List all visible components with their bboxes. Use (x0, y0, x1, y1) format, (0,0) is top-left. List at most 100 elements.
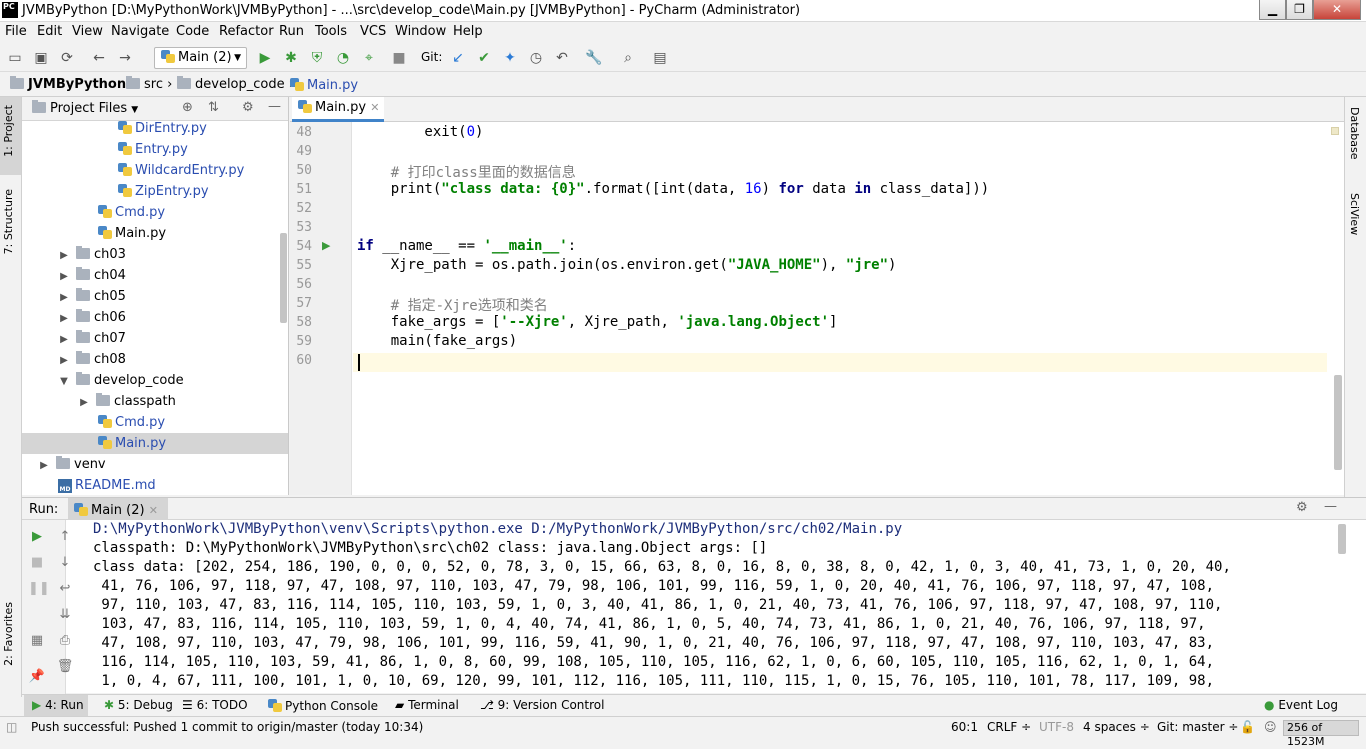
caret-position[interactable]: 60:1 (951, 720, 978, 734)
menu-navigate[interactable]: Navigate (111, 24, 169, 39)
pin-icon[interactable]: 📌 (28, 668, 46, 686)
stop-icon[interactable]: ■ (28, 554, 46, 572)
up-icon[interactable]: ↑ (56, 528, 74, 546)
run-icon[interactable]: ▶ (256, 49, 274, 67)
sciview-tool-tab[interactable]: SciView (1348, 193, 1361, 235)
close-button[interactable]: ✕ (1313, 0, 1361, 20)
bottom-tab-python-console[interactable]: Python Console (268, 698, 378, 713)
status-message[interactable]: Push successful: Pushed 1 commit to orig… (31, 720, 423, 734)
project-tool-tab[interactable]: 1: Project (2, 105, 15, 157)
chevron-right-icon[interactable]: ▶ (58, 308, 70, 329)
tree-item-ch07[interactable]: ▶ ch07 (22, 328, 288, 349)
close-tab-icon[interactable]: ✕ (370, 101, 379, 114)
debug-icon[interactable]: ✱ (282, 49, 300, 67)
bottom-tab-debug[interactable]: ✱ 5: Debug (104, 698, 173, 712)
profile-icon[interactable]: ◔ (334, 49, 352, 67)
search-icon[interactable]: ⌕ (619, 49, 637, 67)
bottom-tab-version-control[interactable]: ⎇ 9: Version Control (480, 698, 604, 712)
console-scrollbar[interactable] (1338, 524, 1346, 554)
git-commit-icon[interactable]: ✔ (475, 49, 493, 67)
forward-icon[interactable]: → (116, 49, 134, 67)
tree-item-ch04[interactable]: ▶ ch04 (22, 265, 288, 287)
restore-layout-icon[interactable]: ▦ (28, 632, 46, 650)
concurrency-icon[interactable]: ⌖ (360, 49, 378, 67)
breadcrumb-project[interactable]: JVMByPython › (10, 76, 136, 92)
tree-item-ch08[interactable]: ▶ ch08 (22, 349, 288, 371)
wrench-icon[interactable]: 🔧 (585, 49, 603, 67)
bottom-tab-terminal[interactable]: ▰ Terminal (395, 698, 459, 712)
run-configuration-select[interactable]: Main (2) ▼ (154, 47, 247, 69)
back-icon[interactable]: ← (90, 49, 108, 67)
scroll-to-end-icon[interactable]: ⇊ (56, 606, 74, 624)
favorites-tool-tab[interactable]: 2: Favorites (2, 602, 15, 666)
menu-run[interactable]: Run (279, 24, 304, 39)
menu-edit[interactable]: Edit (37, 24, 62, 39)
line-separator[interactable]: CRLF ÷ (987, 720, 1031, 734)
lock-icon[interactable]: 🔓 (1240, 720, 1255, 734)
code-editor[interactable]: exit(0) # 打印class里面的数据信息 print("class da… (353, 122, 1327, 495)
tree-item-venv[interactable]: ▶ venv (22, 454, 288, 475)
bottom-tab-event-log[interactable]: ● Event Log (1264, 698, 1338, 712)
vcs-branch[interactable]: Git: master ÷ (1157, 720, 1238, 734)
editor-scrollbar[interactable] (1334, 375, 1342, 470)
hide-icon[interactable]: — (268, 99, 281, 114)
tree-item-develop-code[interactable]: ▼ develop_code (22, 370, 288, 392)
tree-item-direntry-py[interactable]: DirEntry.py (22, 118, 288, 139)
menu-help[interactable]: Help (453, 24, 483, 39)
chevron-right-icon[interactable]: ▶ (58, 266, 70, 287)
breadcrumb-file[interactable]: Main.py (290, 77, 358, 93)
menu-file[interactable]: File (5, 24, 27, 39)
tree-item-cmd-py[interactable]: Cmd.py (22, 202, 288, 223)
soft-wrap-icon[interactable]: ↩ (56, 580, 74, 598)
run-tab[interactable]: Main (2) ✕ (68, 498, 168, 520)
menu-view[interactable]: View (72, 24, 103, 39)
indent-setting[interactable]: 4 spaces ÷ (1083, 720, 1150, 734)
editor-tab-main-py[interactable]: Main.py ✕ (292, 97, 384, 122)
locate-icon[interactable]: ⊕ (182, 100, 193, 115)
file-encoding[interactable]: UTF-8 (1039, 720, 1074, 734)
menu-window[interactable]: Window (395, 24, 446, 39)
open-folder-icon[interactable]: ▭ (6, 49, 24, 67)
tree-item-ch06[interactable]: ▶ ch06 (22, 307, 288, 329)
inspector-icon[interactable]: ☺ (1264, 720, 1277, 734)
tree-item-ch05[interactable]: ▶ ch05 (22, 286, 288, 308)
chevron-down-icon[interactable]: ▼ (58, 371, 70, 392)
tree-item-main-py[interactable]: Main.py (22, 223, 288, 244)
chevron-right-icon[interactable]: ▶ (58, 287, 70, 308)
pause-icon[interactable]: ❚❚ (28, 580, 50, 598)
hide-icon[interactable]: — (1324, 499, 1337, 514)
revert-icon[interactable]: ↶ (553, 49, 571, 67)
chevron-right-icon[interactable]: ▶ (58, 350, 70, 371)
stop-icon[interactable]: ■ (390, 49, 408, 67)
git-update-icon[interactable]: ↙ (449, 49, 467, 67)
menu-tools[interactable]: Tools (315, 24, 347, 39)
bottom-tab-run[interactable]: ▶ 4: Run (32, 698, 84, 712)
database-tool-tab[interactable]: Database (1348, 107, 1361, 160)
collapse-icon[interactable]: ⇅ (208, 100, 219, 115)
tree-item-zipentry-py[interactable]: ZipEntry.py (22, 181, 288, 202)
console-output[interactable]: D:\MyPythonWork\JVMByPython\venv\Scripts… (90, 520, 1336, 694)
coverage-icon[interactable]: ⛨ (308, 49, 326, 67)
tree-item-readme-md[interactable]: MD README.md (22, 475, 288, 495)
bottom-tab-todo[interactable]: ☰ 6: TODO (182, 698, 248, 712)
gear-icon[interactable]: ⚙ (242, 100, 254, 115)
git-compare-icon[interactable]: ✦ (501, 49, 519, 67)
sync-icon[interactable]: ⟳ (58, 49, 76, 67)
memory-indicator[interactable]: 256 of 1523M (1283, 720, 1359, 748)
menu-code[interactable]: Code (176, 24, 209, 39)
structure-icon[interactable]: ▤ (651, 49, 669, 67)
history-icon[interactable]: ◷ (527, 49, 545, 67)
inspection-indicator[interactable] (1331, 127, 1339, 135)
structure-tool-tab[interactable]: 7: Structure (2, 189, 15, 254)
breadcrumb-develop-code[interactable]: develop_code › (177, 76, 294, 92)
status-toggle-icon[interactable]: ◫ (6, 720, 17, 734)
menu-refactor[interactable]: Refactor (219, 24, 274, 39)
menu-vcs[interactable]: VCS (360, 24, 386, 39)
tree-item-classpath[interactable]: ▶ classpath (22, 391, 288, 413)
rerun-icon[interactable]: ▶ (28, 528, 46, 546)
project-view-select[interactable]: Project Files ▼ (32, 100, 138, 116)
breadcrumb-src[interactable]: src › (126, 76, 172, 92)
print-icon[interactable]: ⎙ (56, 632, 74, 650)
gear-icon[interactable]: ⚙ (1296, 500, 1308, 515)
chevron-right-icon[interactable]: ▶ (78, 392, 90, 413)
